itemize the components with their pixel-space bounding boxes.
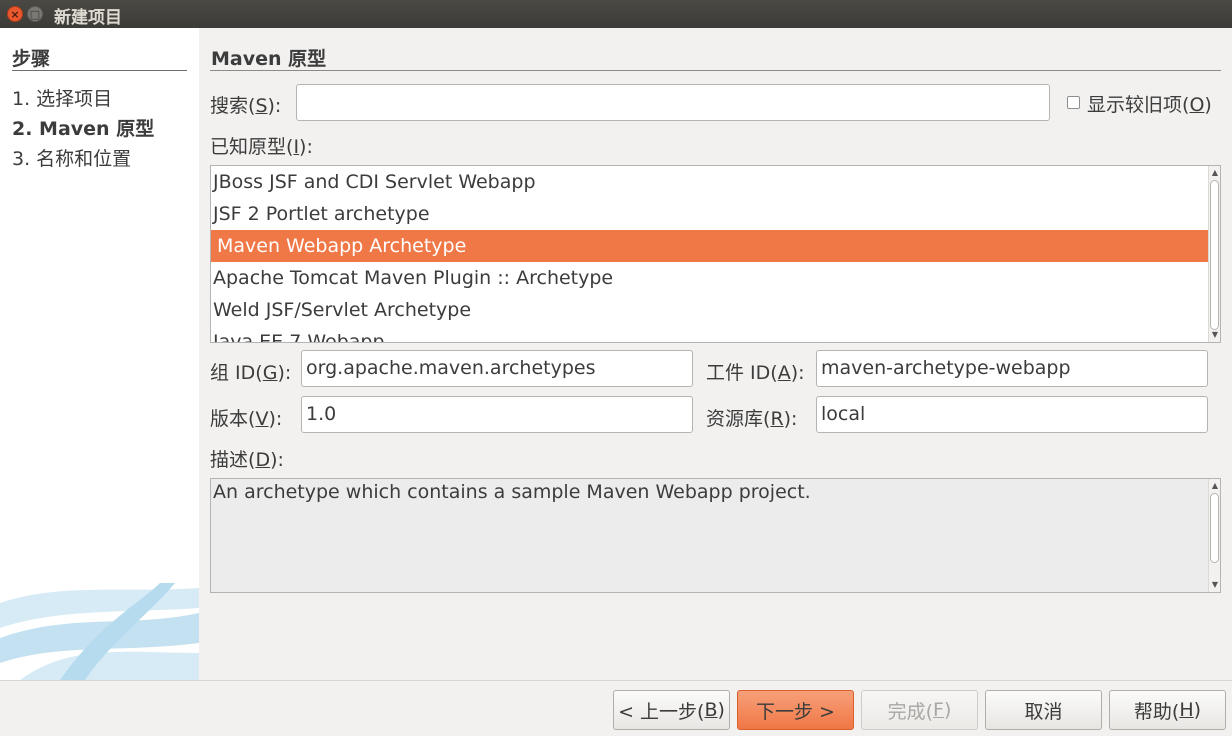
list-item-selected[interactable]: Maven Webapp Archetype bbox=[211, 230, 1208, 262]
group-id-label: 组 ID(G): bbox=[210, 362, 292, 384]
list-item[interactable]: Java EE 7 Webapp bbox=[211, 326, 1208, 342]
description-label: 描述(D): bbox=[210, 449, 284, 471]
scroll-down-icon[interactable]: ▼ bbox=[1210, 330, 1220, 340]
version-label: 版本(V): bbox=[210, 408, 283, 430]
list-item[interactable]: Weld JSF/Servlet Archetype bbox=[211, 294, 1208, 326]
close-window-button[interactable]: × bbox=[7, 6, 23, 22]
steps-heading: 步骤 bbox=[12, 48, 51, 70]
next-button[interactable]: 下一步 > bbox=[737, 690, 854, 730]
help-button[interactable]: 帮助(H) bbox=[1109, 690, 1226, 730]
show-old-versions-checkbox[interactable] bbox=[1067, 96, 1080, 109]
back-button[interactable]: < 上一步(B) bbox=[613, 690, 730, 730]
window-title: 新建项目 bbox=[54, 8, 122, 28]
repository-label: 资源库(R): bbox=[706, 408, 798, 430]
list-item[interactable]: JSF 2 Portlet archetype bbox=[211, 198, 1208, 230]
show-old-versions-label: 显示较旧项(O) bbox=[1087, 94, 1212, 116]
step-maven-archetype: 2. Maven 原型 bbox=[12, 118, 155, 140]
group-id-field[interactable]: org.apache.maven.archetypes bbox=[301, 350, 693, 387]
footer-divider bbox=[0, 680, 1232, 681]
artifact-id-field[interactable]: maven-archetype-webapp bbox=[816, 350, 1208, 387]
steps-heading-divider bbox=[12, 70, 187, 71]
description-textarea[interactable]: An archetype which contains a sample Mav… bbox=[210, 478, 1221, 593]
scrollbar-thumb[interactable] bbox=[1210, 493, 1219, 563]
step-select-project: 1. 选择项目 bbox=[12, 88, 113, 110]
repository-field[interactable]: local bbox=[816, 396, 1208, 433]
version-field[interactable]: 1.0 bbox=[301, 396, 693, 433]
section-divider bbox=[210, 70, 1221, 71]
description-text: An archetype which contains a sample Mav… bbox=[213, 481, 811, 503]
list-item[interactable]: JBoss JSF and CDI Servlet Webapp bbox=[211, 166, 1208, 198]
wizard-content: Maven 原型 搜索(S): 显示较旧项(O) 已知原型(I): JBoss … bbox=[199, 28, 1232, 680]
list-item[interactable]: Apache Tomcat Maven Plugin :: Archetype bbox=[211, 262, 1208, 294]
section-title: Maven 原型 bbox=[211, 48, 327, 70]
archetype-list[interactable]: JBoss JSF and CDI Servlet Webapp JSF 2 P… bbox=[210, 165, 1221, 343]
archetype-list-scrollbar[interactable]: ▲ ▼ bbox=[1208, 166, 1220, 342]
scroll-down-icon[interactable]: ▼ bbox=[1210, 580, 1220, 590]
scroll-up-icon[interactable]: ▲ bbox=[1210, 481, 1220, 491]
step-name-location: 3. 名称和位置 bbox=[12, 148, 132, 170]
search-input[interactable] bbox=[296, 84, 1050, 121]
cancel-button[interactable]: 取消 bbox=[985, 690, 1102, 730]
description-scrollbar[interactable]: ▲ ▼ bbox=[1208, 479, 1220, 592]
decorative-swoosh-graphic bbox=[0, 583, 199, 680]
steps-sidebar: 步骤 1. 选择项目 2. Maven 原型 3. 名称和位置 bbox=[0, 28, 199, 680]
maximize-window-button[interactable]: □ bbox=[27, 6, 43, 22]
artifact-id-label: 工件 ID(A): bbox=[706, 362, 805, 384]
finish-button[interactable]: 完成(F) bbox=[861, 690, 978, 730]
scroll-up-icon[interactable]: ▲ bbox=[1210, 168, 1220, 178]
known-archetypes-label: 已知原型(I): bbox=[210, 136, 313, 158]
scrollbar-thumb[interactable] bbox=[1210, 180, 1219, 330]
window-titlebar: × □ 新建项目 bbox=[0, 0, 1232, 28]
search-label: 搜索(S): bbox=[210, 95, 282, 117]
